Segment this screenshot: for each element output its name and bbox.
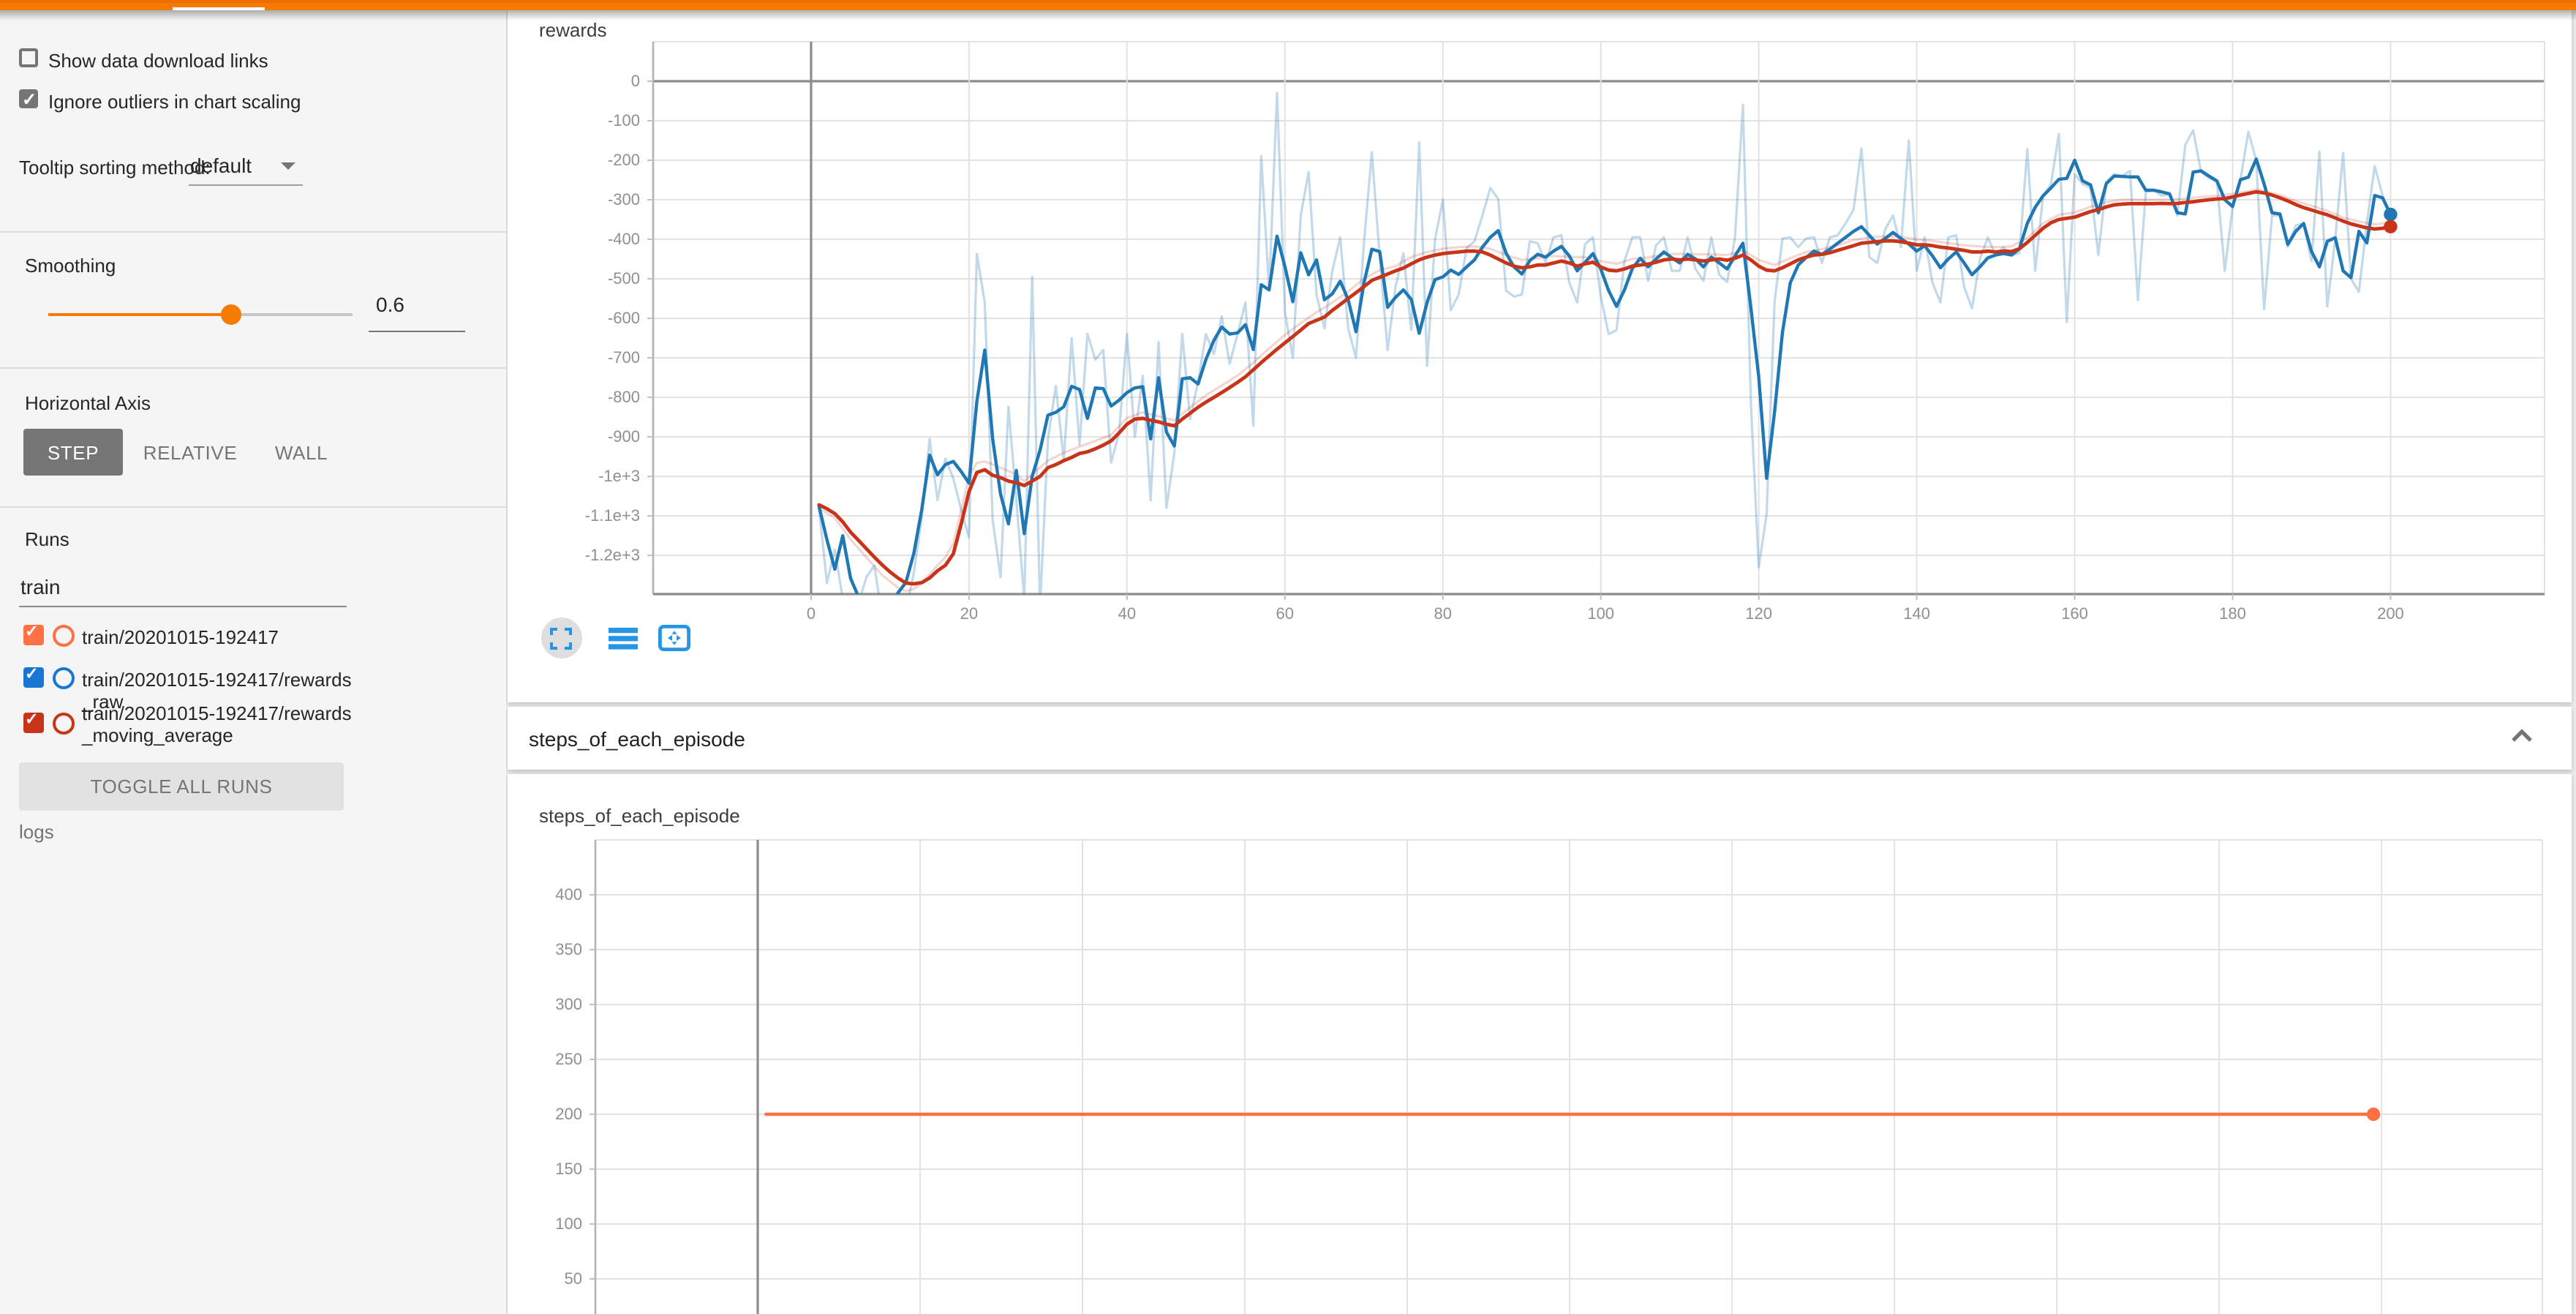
svg-text:100: 100 — [1586, 604, 1613, 623]
steps-chart-title: steps_of_each_episode — [539, 804, 740, 826]
sidebar-divider — [0, 506, 506, 508]
svg-text:400: 400 — [554, 885, 581, 903]
chart-toolbar — [541, 617, 707, 658]
svg-text:-700: -700 — [607, 348, 639, 367]
run-row: ✓ train/20201015-192417/rewards_raw — [0, 667, 483, 694]
svg-text:-1e+3: -1e+3 — [598, 467, 639, 485]
run-checkbox[interactable]: ✓ — [23, 713, 43, 732]
ignore-outliers-checkbox[interactable]: ✓ — [19, 89, 38, 108]
axis-step-button[interactable]: STEP — [23, 429, 123, 476]
run-label: train/20201015-192417/rewards_moving_ave… — [82, 704, 355, 746]
svg-text:100: 100 — [554, 1214, 581, 1232]
svg-text:40: 40 — [1118, 604, 1135, 623]
svg-text:-400: -400 — [607, 230, 639, 248]
run-row: ✓ train/20201015-192417 — [0, 625, 483, 651]
svg-text:-1.1e+3: -1.1e+3 — [584, 506, 639, 525]
run-label: train/20201015-192417 — [82, 628, 355, 649]
svg-text:-800: -800 — [607, 388, 639, 406]
svg-text:-500: -500 — [607, 269, 639, 288]
svg-text:20: 20 — [960, 604, 977, 623]
check-icon: ✓ — [25, 710, 38, 729]
fit-domain-icon[interactable] — [658, 625, 690, 651]
svg-text:180: 180 — [2218, 604, 2245, 623]
svg-text:300: 300 — [554, 994, 581, 1013]
run-solo-radio[interactable] — [53, 625, 75, 647]
svg-text:-900: -900 — [607, 427, 639, 446]
sidebar-divider — [0, 231, 506, 233]
smoothing-slider-fill — [48, 313, 231, 316]
collapse-chevron-icon[interactable] — [2509, 725, 2533, 751]
data-table-icon[interactable] — [608, 626, 637, 650]
active-tab-indicator — [173, 7, 265, 10]
toggle-all-runs-button[interactable]: TOGGLE ALL RUNS — [19, 762, 344, 811]
check-icon: ✓ — [22, 88, 37, 111]
run-checkbox[interactable]: ✓ — [23, 667, 43, 687]
show-download-links-checkbox[interactable] — [19, 48, 38, 67]
check-icon: ✓ — [25, 622, 38, 641]
section-header-card[interactable]: steps_of_each_episode — [507, 706, 2571, 770]
run-solo-radio[interactable] — [53, 713, 75, 735]
tooltip-sorting-label: Tooltip sorting method: — [19, 157, 211, 179]
svg-text:250: 250 — [554, 1049, 581, 1067]
header-top-line — [0, 0, 2576, 2]
tensorboard-app: Show data download links ✓ Ignore outlie… — [0, 0, 2576, 1314]
svg-text:-300: -300 — [607, 190, 639, 209]
run-solo-radio[interactable] — [53, 667, 75, 689]
rewards-card: rewards 0-100-200-300-400-500-600-700-80… — [507, 10, 2571, 702]
sidebar-divider — [0, 367, 506, 369]
svg-text:-100: -100 — [607, 111, 639, 129]
run-filter-input[interactable]: train — [20, 575, 60, 598]
run-row: ✓ train/20201015-192417/rewards_moving_a… — [0, 704, 483, 751]
svg-text:0: 0 — [630, 72, 639, 90]
run-checkbox[interactable]: ✓ — [23, 625, 43, 645]
svg-text:200: 200 — [2376, 604, 2403, 623]
app-header-bar — [0, 0, 2576, 10]
tooltip-sorting-underline — [189, 184, 303, 186]
steps-chart-canvas[interactable]: 400 350 300 250 200 150 100 50 — [507, 827, 2571, 1314]
svg-text:-600: -600 — [607, 309, 639, 327]
svg-text:-1.2e+3: -1.2e+3 — [584, 546, 639, 564]
svg-text:60: 60 — [1276, 604, 1293, 623]
svg-text:120: 120 — [1744, 604, 1771, 623]
steps-card: steps_of_each_episode 400 350 300 250 200 150… — [507, 773, 2571, 1314]
smoothing-value-input[interactable]: 0.6 — [376, 293, 404, 316]
tooltip-sorting-select[interactable]: default — [190, 154, 252, 177]
svg-text:0: 0 — [806, 604, 815, 623]
svg-text:140: 140 — [1902, 604, 1929, 623]
run-filter-underline — [19, 606, 347, 607]
show-download-links-label: Show data download links — [48, 50, 268, 72]
horizontal-axis-label: Horizontal Axis — [25, 392, 151, 414]
rewards-chart-canvas[interactable]: 0 -100 -200 -300 -400 -500 -600 -700 -800 -900 -1e… — [507, 29, 2571, 658]
runs-section-label: Runs — [25, 528, 69, 550]
settings-sidebar: Show data download links ✓ Ignore outlie… — [0, 10, 506, 1314]
axis-wall-button[interactable]: WALL — [263, 429, 339, 476]
smoothing-value-underline — [369, 331, 465, 332]
logdir-label: logs — [19, 821, 54, 843]
svg-text:80: 80 — [1434, 604, 1451, 623]
svg-text:50: 50 — [564, 1269, 581, 1287]
smoothing-slider-thumb[interactable] — [221, 304, 241, 325]
svg-text:150: 150 — [554, 1159, 581, 1177]
ignore-outliers-label: Ignore outliers in chart scaling — [48, 91, 301, 113]
svg-text:350: 350 — [554, 939, 581, 958]
section-header-title: steps_of_each_episode — [529, 727, 745, 750]
smoothing-label: Smoothing — [25, 255, 116, 277]
check-icon: ✓ — [25, 664, 38, 683]
expand-icon[interactable] — [541, 617, 581, 658]
svg-text:-200: -200 — [607, 151, 639, 169]
axis-relative-button[interactable]: RELATIVE — [139, 429, 241, 476]
dropdown-arrow-icon[interactable] — [281, 162, 295, 170]
svg-text:160: 160 — [2060, 604, 2087, 623]
svg-text:200: 200 — [554, 1104, 581, 1122]
